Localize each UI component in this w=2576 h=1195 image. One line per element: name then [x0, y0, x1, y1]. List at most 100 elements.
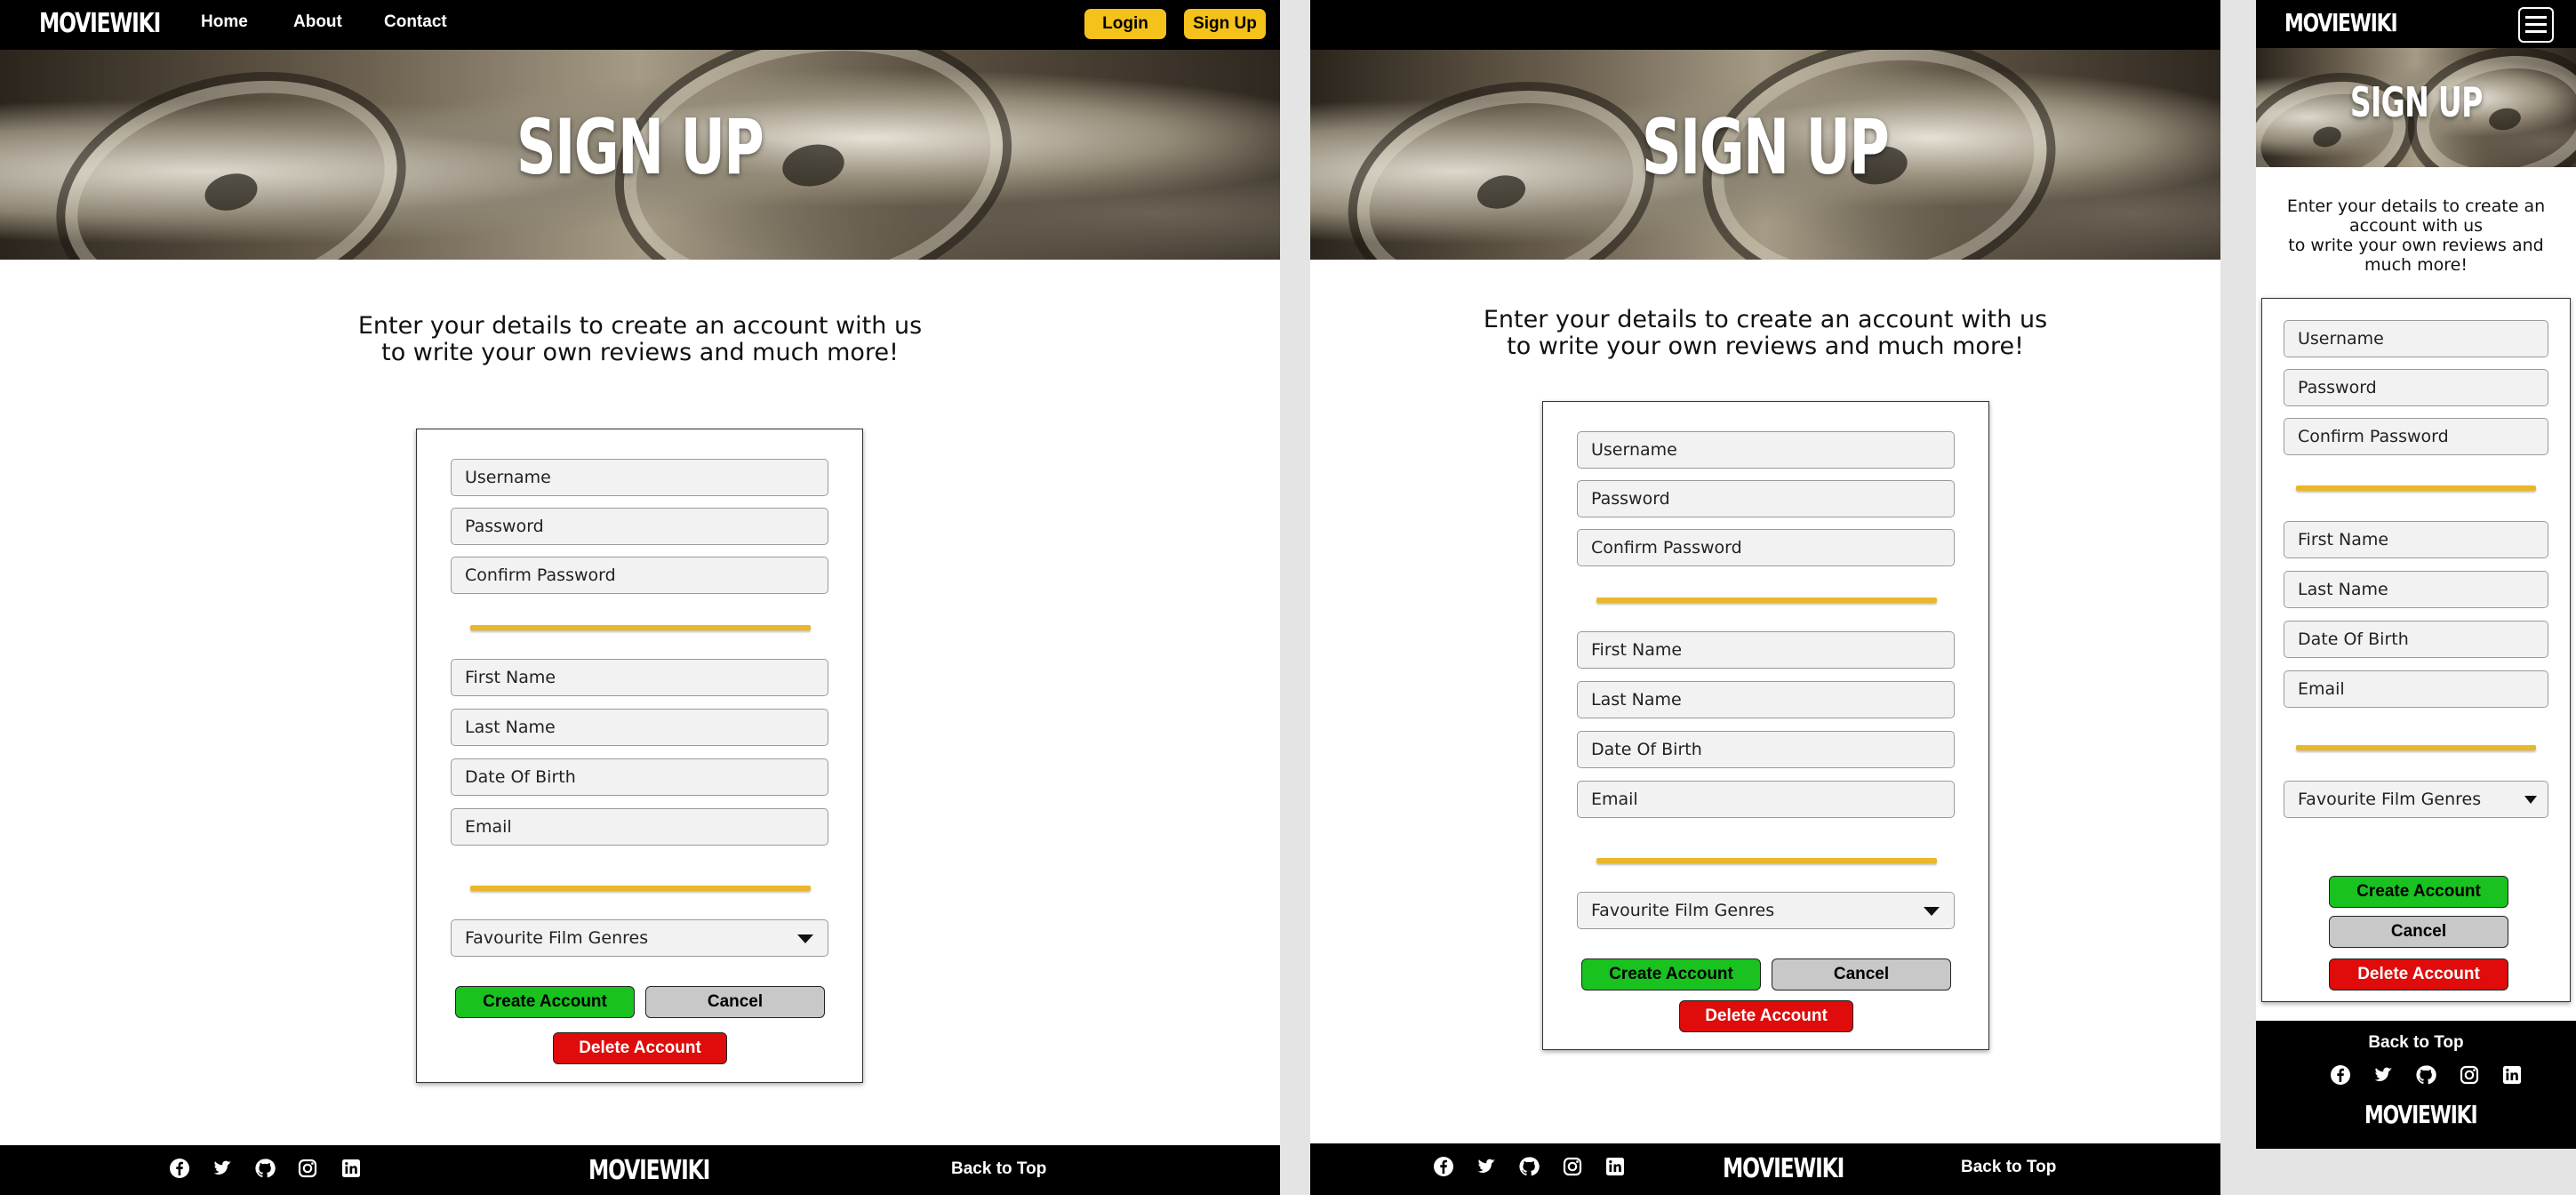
instagram-icon[interactable] [2459, 1064, 2480, 1086]
linkedin-icon[interactable] [2501, 1064, 2523, 1086]
footer: MOVIEWIKI Back to Top [1310, 1143, 2220, 1195]
linkedin-icon[interactable] [1604, 1156, 1626, 1177]
facebook-icon[interactable] [169, 1158, 190, 1179]
back-to-top-link[interactable]: Back to Top [2256, 1033, 2576, 1053]
github-icon[interactable] [254, 1158, 276, 1179]
top-navbar: MOVIEWIKI Home About Contact Login Sign … [0, 0, 1280, 50]
confirm-password-field[interactable]: Confirm Password [451, 557, 828, 594]
intro-line: much more! [2364, 255, 2468, 275]
last-name-field[interactable]: Last Name [2284, 571, 2548, 608]
hero-title: SIGN UP [1642, 103, 1890, 192]
delete-account-button[interactable]: Delete Account [2329, 958, 2508, 990]
menu-bar [2525, 23, 2547, 26]
genres-select-value: Favourite Film Genres [465, 928, 649, 948]
genres-select[interactable]: Favourite Film Genres [2284, 781, 2548, 818]
hamburger-menu-icon[interactable] [2518, 7, 2554, 43]
last-name-field[interactable]: Last Name [1577, 681, 1955, 718]
footer-brand-logo[interactable]: MOVIEWIKI [2364, 1100, 2478, 1129]
form-divider [470, 625, 811, 630]
create-account-button[interactable]: Create Account [2329, 876, 2508, 908]
intro-line: to write your own reviews and much more! [1507, 333, 2024, 360]
intro-line: to write your own reviews and [2288, 236, 2544, 255]
intro-line: Enter your details to create an account … [1483, 306, 2048, 333]
date-of-birth-field[interactable]: Date Of Birth [451, 758, 828, 796]
form-divider [470, 886, 811, 891]
footer-brand-logo[interactable]: MOVIEWIKI [588, 1155, 710, 1186]
intro-line: to write your own reviews and much more! [381, 339, 899, 366]
genres-select-value: Favourite Film Genres [2298, 790, 2482, 809]
genres-select-value: Favourite Film Genres [1591, 901, 1775, 920]
form-divider [2296, 485, 2536, 491]
brand-logo[interactable]: MOVIEWIKI [2284, 8, 2398, 37]
instagram-icon[interactable] [1562, 1156, 1583, 1177]
github-icon[interactable] [1518, 1156, 1540, 1177]
create-account-button[interactable]: Create Account [455, 986, 635, 1018]
hero-banner: SIGN UP [2256, 48, 2576, 167]
intro-line: Enter your details to create an [2286, 196, 2546, 216]
password-field[interactable]: Password [2284, 369, 2548, 406]
email-field[interactable]: Email [1577, 781, 1955, 818]
signup-form: Username Password Confirm Password First… [1542, 401, 1989, 1050]
facebook-icon[interactable] [2330, 1064, 2351, 1086]
top-navbar [1310, 0, 2220, 50]
date-of-birth-field[interactable]: Date Of Birth [1577, 731, 1955, 768]
footer-brand-logo[interactable]: MOVIEWIKI [1723, 1153, 1844, 1184]
desktop-view: MOVIEWIKI Home About Contact Login Sign … [0, 0, 1280, 1195]
password-field[interactable]: Password [1577, 480, 1955, 517]
genres-select[interactable]: Favourite Film Genres [1577, 892, 1955, 929]
hero-title: SIGN UP [2349, 78, 2483, 126]
create-account-button[interactable]: Create Account [1581, 958, 1761, 990]
username-field[interactable]: Username [2284, 320, 2548, 357]
nav-about-link[interactable]: About [293, 12, 342, 32]
nav-home-link[interactable]: Home [201, 12, 248, 32]
first-name-field[interactable]: First Name [1577, 631, 1955, 669]
mobile-page: MOVIEWIKI SIGN UP Enter your details to … [2256, 0, 2576, 1149]
first-name-field[interactable]: First Name [451, 659, 828, 696]
password-field[interactable]: Password [451, 508, 828, 545]
email-field[interactable]: Email [2284, 670, 2548, 708]
delete-account-button[interactable]: Delete Account [553, 1032, 727, 1064]
chevron-down-icon [1924, 907, 1940, 916]
cancel-button[interactable]: Cancel [2329, 916, 2508, 948]
back-to-top-link[interactable]: Back to Top [1961, 1158, 2056, 1177]
last-name-field[interactable]: Last Name [451, 709, 828, 746]
form-divider [2296, 745, 2536, 750]
delete-account-button[interactable]: Delete Account [1679, 1000, 1853, 1032]
first-name-field[interactable]: First Name [2284, 521, 2548, 558]
confirm-password-field[interactable]: Confirm Password [2284, 418, 2548, 455]
linkedin-icon[interactable] [340, 1158, 362, 1179]
back-to-top-link[interactable]: Back to Top [951, 1159, 1046, 1179]
date-of-birth-field[interactable]: Date Of Birth [2284, 621, 2548, 658]
chevron-down-icon [797, 934, 813, 943]
email-field[interactable]: Email [451, 808, 828, 846]
intro-text: Enter your details to create an account … [1310, 307, 2220, 360]
menu-bar [2525, 30, 2547, 33]
signup-button[interactable]: Sign Up [1184, 9, 1266, 39]
nav-contact-link[interactable]: Contact [384, 12, 447, 32]
twitter-icon[interactable] [212, 1158, 233, 1179]
signup-form: Username Password Confirm Password First… [2261, 298, 2571, 1002]
twitter-icon[interactable] [2372, 1064, 2394, 1086]
form-divider [1596, 858, 1937, 863]
hero-title: SIGN UP [516, 103, 764, 192]
instagram-icon[interactable] [297, 1158, 318, 1179]
confirm-password-field[interactable]: Confirm Password [1577, 529, 1955, 566]
genres-select[interactable]: Favourite Film Genres [451, 919, 828, 957]
facebook-icon[interactable] [1433, 1156, 1454, 1177]
cancel-button[interactable]: Cancel [645, 986, 825, 1018]
intro-line: account with us [2348, 216, 2484, 236]
brand-logo[interactable]: MOVIEWIKI [39, 8, 161, 39]
hero-banner: SIGN UP [1310, 50, 2220, 260]
cancel-button[interactable]: Cancel [1772, 958, 1951, 990]
footer: Back to Top MOVIEWIKI [2256, 1021, 2576, 1149]
username-field[interactable]: Username [1577, 431, 1955, 469]
tablet-view: SIGN UP Enter your details to create an … [1310, 0, 2220, 1195]
menu-bar [2525, 16, 2547, 19]
mobile-view: MOVIEWIKI SIGN UP Enter your details to … [2256, 0, 2576, 1195]
github-icon[interactable] [2415, 1064, 2436, 1086]
login-button[interactable]: Login [1084, 9, 1166, 39]
username-field[interactable]: Username [451, 459, 828, 496]
signup-form: Username Password Confirm Password First… [416, 429, 863, 1083]
twitter-icon[interactable] [1476, 1156, 1497, 1177]
form-divider [1596, 598, 1937, 603]
